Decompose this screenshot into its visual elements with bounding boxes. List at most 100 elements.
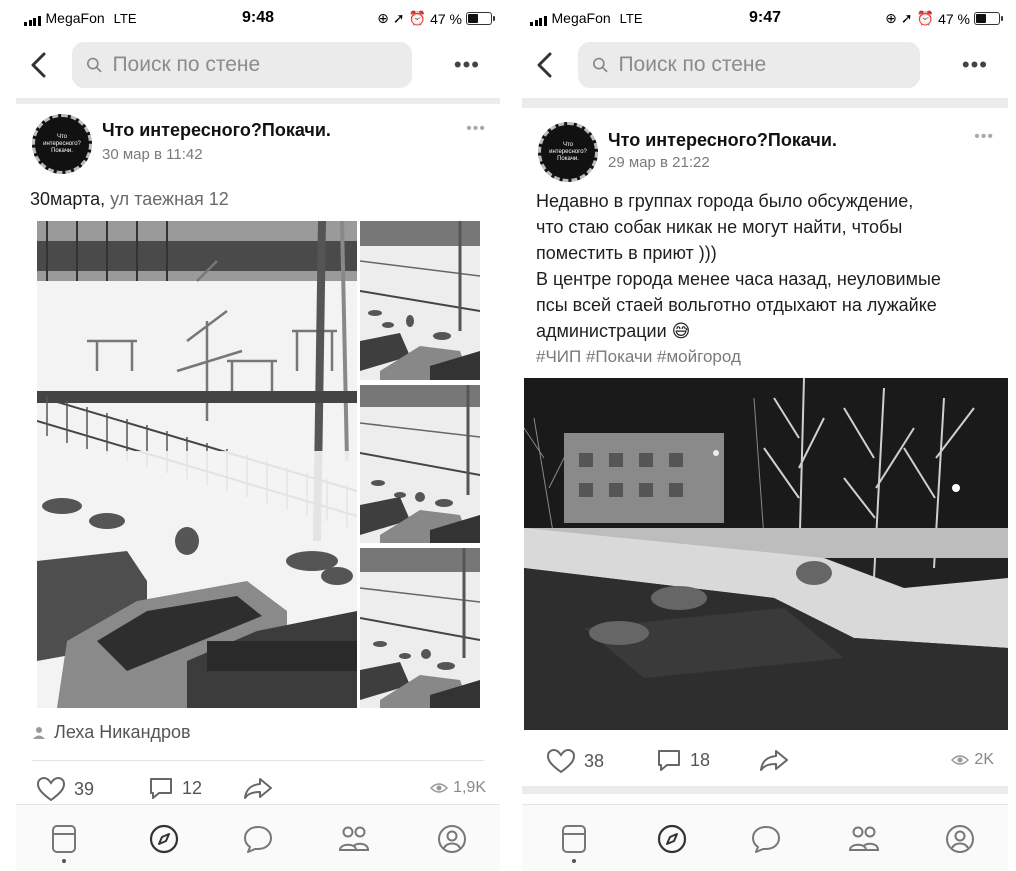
like-button[interactable]: 39 <box>36 776 94 802</box>
post-date[interactable]: 30 мар в 11:42 <box>102 146 203 163</box>
post-signature[interactable]: Леха Никандров <box>32 722 191 743</box>
back-chevron-icon[interactable] <box>532 50 558 80</box>
search-icon <box>593 57 608 73</box>
alarm-icon: ⏰ <box>916 10 935 26</box>
heart-icon <box>36 776 66 802</box>
tab-news[interactable] <box>554 819 594 863</box>
post-text-line: Недавно в группах города было обсуждение… <box>536 191 914 211</box>
post-text-line: псы всей стаей вольготно отдыхают на луж… <box>536 295 937 315</box>
post-hashtags[interactable]: #ЧИП #Покачи #мойгород <box>536 344 994 370</box>
nav-bar: ••• <box>16 40 500 90</box>
post-photo-thumb[interactable] <box>360 221 480 380</box>
alarm-icon: ⏰ <box>408 10 427 26</box>
news-icon <box>562 825 586 853</box>
like-count: 39 <box>74 778 95 799</box>
active-indicator <box>572 859 576 863</box>
views-counter: 2K <box>951 751 994 769</box>
post-text-location: ул таежная 12 <box>105 189 229 209</box>
tab-bar <box>522 804 1008 871</box>
post-photo-thumb[interactable] <box>360 385 480 543</box>
views-count: 1,9K <box>453 779 486 796</box>
user-icon <box>33 726 45 739</box>
tab-news[interactable] <box>44 819 84 863</box>
share-icon <box>244 778 272 799</box>
more-options-button[interactable]: ••• <box>962 52 988 78</box>
post-more-button[interactable]: ••• <box>974 128 994 146</box>
search-input[interactable] <box>110 52 412 78</box>
tab-friends[interactable] <box>844 819 884 859</box>
post-header: Что интересного? Покачи. Что интересного… <box>522 122 1008 186</box>
location-icon: ➚ <box>900 10 913 26</box>
heart-icon <box>546 748 576 774</box>
tab-discover[interactable] <box>144 819 184 859</box>
eye-icon <box>430 783 449 793</box>
discover-icon <box>149 824 179 854</box>
search-icon <box>87 57 102 73</box>
comment-button[interactable]: 12 <box>148 776 202 800</box>
status-bar: MegaFon LTE 9:48 ⊕ ➚ ⏰ 47 % <box>16 0 500 36</box>
friends-icon <box>338 826 370 851</box>
search-bar[interactable] <box>72 42 412 88</box>
separator <box>522 98 1008 108</box>
location-icon: ➚ <box>392 10 405 26</box>
post-text-line: поместить в приют ))) <box>536 243 717 263</box>
comment-count: 12 <box>182 777 203 798</box>
comment-icon <box>658 750 680 771</box>
battery-percent: 47 % <box>430 10 462 27</box>
share-button[interactable] <box>758 748 790 772</box>
like-button[interactable]: 38 <box>546 748 604 774</box>
divider <box>32 760 484 761</box>
messages-icon <box>752 826 780 853</box>
post-text-line: В центре города менее часа назад, неулов… <box>536 269 941 289</box>
comment-button[interactable]: 18 <box>656 748 710 772</box>
tab-messages[interactable] <box>238 819 278 859</box>
profile-icon <box>946 825 974 853</box>
post-text: Недавно в группах города было обсуждение… <box>536 188 994 370</box>
search-bar[interactable] <box>578 42 920 88</box>
battery-percent: 47 % <box>938 10 970 27</box>
post-text-bold: 30марта, <box>30 189 106 209</box>
group-avatar[interactable]: Что интересного? Покачи. <box>32 114 92 174</box>
discover-icon <box>657 824 687 854</box>
news-icon <box>52 825 76 853</box>
signature-name: Леха Никандров <box>54 722 191 742</box>
tab-friends[interactable] <box>334 819 374 859</box>
post-header: Что интересного? Покачи. Что интересного… <box>16 114 500 178</box>
post-photo-main[interactable] <box>524 378 1008 730</box>
nav-bar: ••• <box>522 40 1008 90</box>
phone-screen-left: MegaFon LTE 9:48 ⊕ ➚ ⏰ 47 % ••• Что инте… <box>16 0 500 871</box>
post-photo-thumb[interactable] <box>360 548 480 708</box>
tab-profile[interactable] <box>940 819 980 859</box>
separator <box>522 786 1008 794</box>
tab-profile[interactable] <box>432 819 472 859</box>
post-actions: 38 18 2K <box>522 742 1008 782</box>
active-indicator <box>62 859 66 863</box>
post-photo-main[interactable] <box>37 221 357 708</box>
back-chevron-icon[interactable] <box>26 50 52 80</box>
lock-rotation-icon: ⊕ <box>377 10 389 26</box>
post-more-button[interactable]: ••• <box>466 120 486 138</box>
lock-rotation-icon: ⊕ <box>885 10 897 26</box>
phone-screen-right: MegaFon LTE 9:47 ⊕ ➚ ⏰ 47 % ••• Что инте… <box>522 0 1008 871</box>
search-input[interactable] <box>616 52 920 78</box>
share-button[interactable] <box>242 776 274 800</box>
messages-icon <box>244 826 272 853</box>
views-count: 2K <box>974 751 994 768</box>
status-bar: MegaFon LTE 9:47 ⊕ ➚ ⏰ 47 % <box>522 0 1008 36</box>
post-author[interactable]: Что интересного?Покачи. <box>102 120 331 141</box>
comment-count: 18 <box>690 749 711 770</box>
tab-discover[interactable] <box>652 819 692 859</box>
post-date[interactable]: 29 мар в 21:22 <box>608 154 710 171</box>
post-text: 30марта, ул таежная 12 <box>30 186 486 212</box>
battery-icon <box>974 12 1003 25</box>
tab-messages[interactable] <box>746 819 786 859</box>
friends-icon <box>848 826 880 851</box>
tab-bar <box>16 804 500 871</box>
profile-icon <box>438 825 466 853</box>
battery-icon <box>466 12 495 25</box>
separator <box>16 98 500 104</box>
like-count: 38 <box>584 750 605 771</box>
group-avatar[interactable]: Что интересного? Покачи. <box>538 122 598 182</box>
more-options-button[interactable]: ••• <box>454 52 480 78</box>
post-author[interactable]: Что интересного?Покачи. <box>608 130 837 151</box>
